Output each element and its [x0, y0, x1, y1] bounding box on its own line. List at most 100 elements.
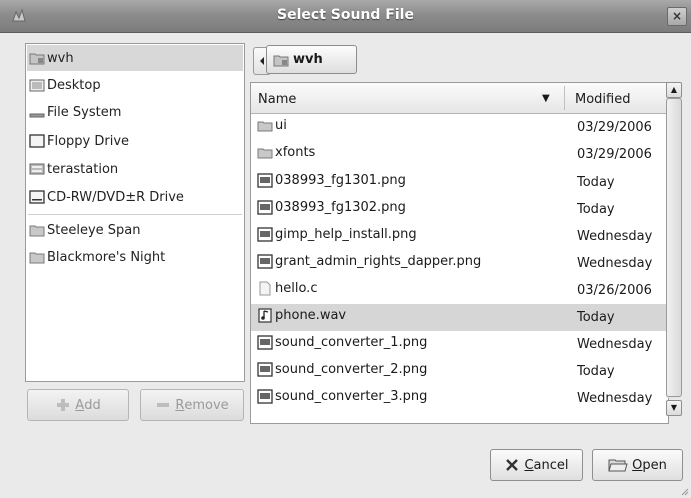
- file-name: sound_converter_3.png: [275, 389, 428, 404]
- place-label: File System: [47, 104, 122, 120]
- cancel-button[interactable]: Cancel: [490, 449, 583, 481]
- file-list: Name ▼ Modified ui 03/29/2006 xfonts 03/…: [250, 82, 669, 424]
- file-modified: Wednesday: [577, 337, 653, 352]
- file-modified: 03/26/2006: [577, 283, 652, 298]
- file-row[interactable]: ui 03/29/2006: [251, 114, 667, 141]
- scroll-down-button[interactable]: ▼: [666, 400, 682, 416]
- window-title: Select Sound File: [277, 7, 414, 23]
- home-folder-icon: [273, 55, 289, 66]
- file-row-selected[interactable]: phone.wav Today: [251, 304, 667, 331]
- floppy-drive-icon: [29, 134, 45, 148]
- image-file-icon: [257, 362, 273, 377]
- add-label-rest: dd: [84, 397, 101, 413]
- cancel-label-mnemonic: C: [524, 457, 534, 473]
- path-button-wvh[interactable]: wvh: [266, 45, 357, 74]
- column-header-name[interactable]: Name: [258, 92, 296, 107]
- path-button-label: wvh: [293, 52, 323, 67]
- file-modified: 03/29/2006: [577, 147, 652, 162]
- file-row[interactable]: 038993_fg1302.png Today: [251, 196, 667, 223]
- file-modified: Wednesday: [577, 391, 653, 406]
- scroll-up-button[interactable]: ▲: [666, 82, 682, 98]
- file-name: hello.c: [275, 281, 318, 296]
- file-name: sound_converter_2.png: [275, 362, 428, 377]
- place-item-desktop[interactable]: Desktop: [27, 72, 243, 98]
- file-modified: Today: [577, 364, 615, 379]
- scroll-thumb[interactable]: [666, 98, 682, 397]
- place-label: terastation: [47, 161, 119, 177]
- file-row[interactable]: sound_converter_1.png Wednesday: [251, 331, 667, 358]
- close-button[interactable]: ×: [667, 7, 687, 26]
- file-modified: Wednesday: [577, 256, 653, 271]
- minus-icon: [157, 403, 170, 407]
- place-label: wvh: [47, 50, 74, 66]
- file-modified: Today: [577, 310, 615, 325]
- remove-label-mnemonic: R: [175, 397, 185, 413]
- file-row[interactable]: grant_admin_rights_dapper.png Wednesday: [251, 250, 667, 277]
- file-name: 038993_fg1302.png: [275, 200, 406, 215]
- column-divider[interactable]: [564, 86, 565, 110]
- image-file-icon: [257, 173, 273, 188]
- file-row[interactable]: sound_converter_2.png Today: [251, 358, 667, 385]
- folder-icon: [257, 148, 273, 159]
- title-bar[interactable]: Select Sound File ×: [0, 0, 691, 33]
- file-row[interactable]: sound_converter_3.png Wednesday: [251, 385, 667, 412]
- text-file-icon: [259, 281, 271, 296]
- file-row[interactable]: 038993_fg1301.png Today: [251, 169, 667, 196]
- desktop-icon: [29, 79, 45, 92]
- file-name: ui: [275, 118, 287, 133]
- file-row[interactable]: gimp_help_install.png Wednesday: [251, 223, 667, 250]
- file-row[interactable]: hello.c 03/26/2006: [251, 277, 667, 304]
- file-modified: Wednesday: [577, 229, 653, 244]
- bookmark-label: Blackmore's Night: [47, 249, 166, 265]
- optical-drive-icon: [29, 190, 45, 204]
- file-name: phone.wav: [275, 308, 347, 323]
- file-list-header: Name ▼ Modified: [251, 83, 667, 114]
- bookmark-item-steeleye-span[interactable]: Steeleye Span: [27, 217, 243, 243]
- network-drive-icon: [29, 163, 45, 175]
- place-item-floppy-drive[interactable]: Floppy Drive: [27, 128, 243, 154]
- place-item-cd-dvd-drive[interactable]: CD-RW/DVD±R Drive: [27, 184, 243, 210]
- image-file-icon: [257, 389, 273, 404]
- cancel-x-icon: [506, 459, 519, 471]
- place-item-file-system[interactable]: File System: [27, 99, 243, 125]
- open-label-rest: pen: [642, 457, 667, 473]
- file-name: grant_admin_rights_dapper.png: [275, 254, 482, 269]
- column-header-modified[interactable]: Modified: [575, 92, 630, 107]
- audio-file-icon: [258, 308, 272, 323]
- file-name: gimp_help_install.png: [275, 227, 417, 242]
- place-label: Desktop: [47, 77, 101, 93]
- places-sidebar: wvh Desktop File System Floppy Drive ter…: [25, 43, 245, 382]
- places-separator: [28, 214, 242, 215]
- image-file-icon: [257, 200, 273, 215]
- folder-icon: [29, 225, 45, 237]
- place-item-wvh[interactable]: wvh: [27, 45, 243, 71]
- file-modified: Today: [577, 202, 615, 217]
- file-name: 038993_fg1301.png: [275, 173, 406, 188]
- place-label: Floppy Drive: [47, 133, 130, 149]
- home-folder-icon: [29, 53, 45, 65]
- file-modified: Today: [577, 175, 615, 190]
- remove-bookmark-button[interactable]: Remove: [140, 389, 244, 421]
- open-button[interactable]: Open: [592, 449, 683, 481]
- remove-label-rest: emove: [184, 397, 229, 413]
- image-file-icon: [257, 254, 273, 269]
- file-name: sound_converter_1.png: [275, 335, 428, 350]
- open-folder-icon: [608, 459, 628, 472]
- image-file-icon: [257, 335, 273, 350]
- file-row[interactable]: xfonts 03/29/2006: [251, 141, 667, 168]
- place-item-terastation[interactable]: terastation: [27, 156, 243, 182]
- sort-down-icon: ▼: [542, 93, 550, 104]
- file-list-scrollbar[interactable]: ▲ ▼: [666, 82, 682, 422]
- filesystem-icon: [29, 113, 45, 118]
- file-name: xfonts: [275, 145, 316, 160]
- folder-icon: [257, 121, 273, 132]
- add-bookmark-button[interactable]: Add: [27, 389, 129, 421]
- image-file-icon: [257, 227, 273, 242]
- resize-grip-icon[interactable]: [679, 486, 689, 496]
- cancel-label-rest: ancel: [533, 457, 569, 473]
- bookmark-label: Steeleye Span: [47, 222, 141, 238]
- open-label-mnemonic: O: [632, 457, 643, 473]
- plus-icon: [57, 399, 70, 411]
- bookmark-item-blackmores-night[interactable]: Blackmore's Night: [27, 244, 243, 270]
- file-modified: 03/29/2006: [577, 120, 652, 135]
